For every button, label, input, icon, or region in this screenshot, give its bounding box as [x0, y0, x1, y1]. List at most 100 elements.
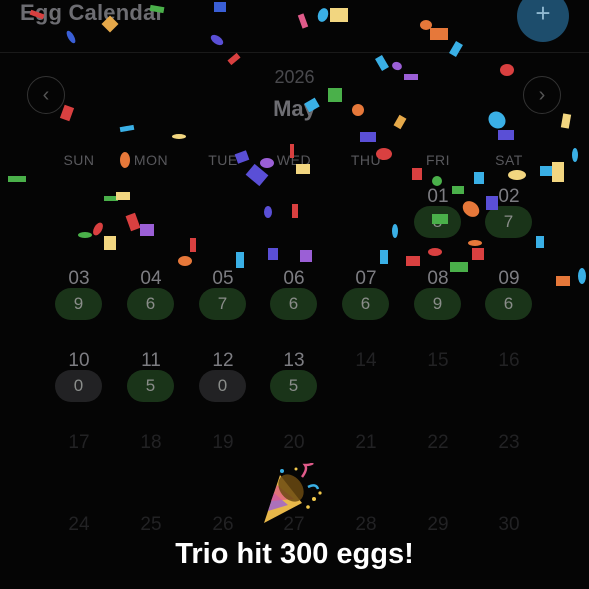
day-number: 25	[140, 514, 162, 535]
confetti-piece	[119, 124, 135, 133]
day-number: 16	[498, 350, 520, 371]
confetti-piece	[190, 238, 196, 252]
confetti-piece	[140, 224, 154, 236]
confetti-piece	[432, 176, 442, 186]
weekday-fri: FRI	[425, 152, 451, 168]
egg-count-badge: 7	[485, 206, 532, 238]
calendar-day-02[interactable]: 02 7	[473, 186, 545, 266]
weekday-header-row: SUN MON TUE WED THU FRI SAT	[0, 152, 589, 172]
confetti-piece	[392, 224, 398, 238]
calendar-day-19: 19	[187, 432, 259, 512]
egg-count-badge: 5	[127, 370, 174, 402]
egg-count-badge: 6	[485, 288, 532, 320]
day-number: 26	[212, 514, 234, 535]
day-number: 22	[427, 432, 449, 453]
calendar-day-23: 23	[473, 432, 545, 512]
day-number: 30	[498, 514, 520, 535]
calendar-day-01[interactable]: 01 8	[402, 186, 474, 266]
weekday-sat: SAT	[495, 152, 523, 168]
egg-count-badge: 0	[199, 370, 246, 402]
egg-count-badge: 9	[414, 288, 461, 320]
day-number: 24	[68, 514, 90, 535]
day-number: 17	[68, 432, 90, 453]
app-header: Egg Calendar +	[0, 0, 589, 52]
weekday-mon: MON	[133, 152, 169, 168]
calendar-day-15: 15	[402, 350, 474, 430]
egg-count-badge: 0	[55, 370, 102, 402]
egg-count-badge: 6	[127, 288, 174, 320]
day-number: 01	[427, 186, 449, 207]
calendar-day-10[interactable]: 10 0	[43, 350, 115, 430]
calendar-day-18: 18	[115, 432, 187, 512]
confetti-piece	[172, 134, 186, 139]
confetti-piece	[78, 232, 92, 238]
calendar-day-17: 17	[43, 432, 115, 512]
confetti-piece	[578, 268, 586, 284]
calendar-day-03[interactable]: 03 9	[43, 268, 115, 348]
calendar-day-07[interactable]: 07 6	[330, 268, 402, 348]
calendar-day-11[interactable]: 11 5	[115, 350, 187, 430]
calendar-day-12[interactable]: 12 0	[187, 350, 259, 430]
day-number: 02	[498, 186, 520, 207]
calendar-day-06[interactable]: 06 6	[258, 268, 330, 348]
day-number: 14	[355, 350, 377, 371]
day-number: 13	[283, 350, 305, 371]
confetti-piece	[268, 248, 278, 260]
confetti-piece	[178, 256, 192, 266]
day-number: 08	[427, 268, 449, 289]
confetti-piece	[104, 236, 116, 250]
weekday-wed: WED	[276, 152, 312, 168]
celebration-message: Trio hit 300 eggs!	[175, 538, 414, 570]
confetti-piece	[227, 52, 241, 66]
day-number: 29	[427, 514, 449, 535]
calendar-day-13[interactable]: 13 5	[258, 350, 330, 430]
calendar-day-05[interactable]: 05 7	[187, 268, 259, 348]
confetti-piece	[104, 196, 118, 201]
egg-count-badge: 6	[270, 288, 317, 320]
party-popper-icon	[264, 463, 322, 523]
calendar-day-22: 22	[402, 432, 474, 512]
day-number: 06	[283, 268, 305, 289]
egg-count-badge: 5	[270, 370, 317, 402]
day-number: 05	[212, 268, 234, 289]
weekday-tue: TUE	[208, 152, 238, 168]
confetti-piece	[125, 212, 141, 232]
day-number: 09	[498, 268, 520, 289]
calendar-day-21: 21	[330, 432, 402, 512]
egg-count-badge: 6	[342, 288, 389, 320]
confetti-piece	[93, 222, 103, 236]
day-number: 18	[140, 432, 162, 453]
day-number: 15	[427, 350, 449, 371]
day-number: 10	[68, 350, 90, 371]
calendar-day-08[interactable]: 08 9	[402, 268, 474, 348]
day-number: 19	[212, 432, 234, 453]
calendar-day-04[interactable]: 04 6	[115, 268, 187, 348]
calendar-day-09[interactable]: 09 6	[473, 268, 545, 348]
day-number: 23	[498, 432, 520, 453]
calendar-day-16: 16	[473, 350, 545, 430]
app-title: Egg Calendar	[20, 0, 165, 25]
egg-count-badge: 9	[55, 288, 102, 320]
day-number: 21	[355, 432, 377, 453]
day-number: 12	[212, 350, 234, 371]
confetti-piece	[380, 250, 388, 264]
day-number: 04	[140, 268, 162, 289]
day-number: 20	[283, 432, 305, 453]
confetti-piece	[474, 172, 484, 184]
confetti-piece	[556, 276, 570, 286]
confetti-piece	[116, 192, 130, 200]
confetti-piece	[236, 252, 244, 268]
egg-count-badge: 8	[414, 206, 461, 238]
egg-count-badge: 7	[199, 288, 246, 320]
confetti-piece	[292, 204, 298, 218]
day-number: 11	[141, 350, 161, 371]
confetti-piece	[264, 206, 272, 218]
header-divider	[0, 52, 589, 53]
weekday-sun: SUN	[63, 152, 95, 168]
confetti-piece	[300, 250, 312, 262]
weekday-thu: THU	[350, 152, 382, 168]
add-entry-button[interactable]: +	[517, 0, 569, 42]
egg-calendar-screen: Egg Calendar + ‹ › 2026 May SUN MON TUE WED…	[0, 0, 589, 589]
month-label: May	[273, 96, 316, 121]
confetti-piece	[8, 176, 26, 182]
